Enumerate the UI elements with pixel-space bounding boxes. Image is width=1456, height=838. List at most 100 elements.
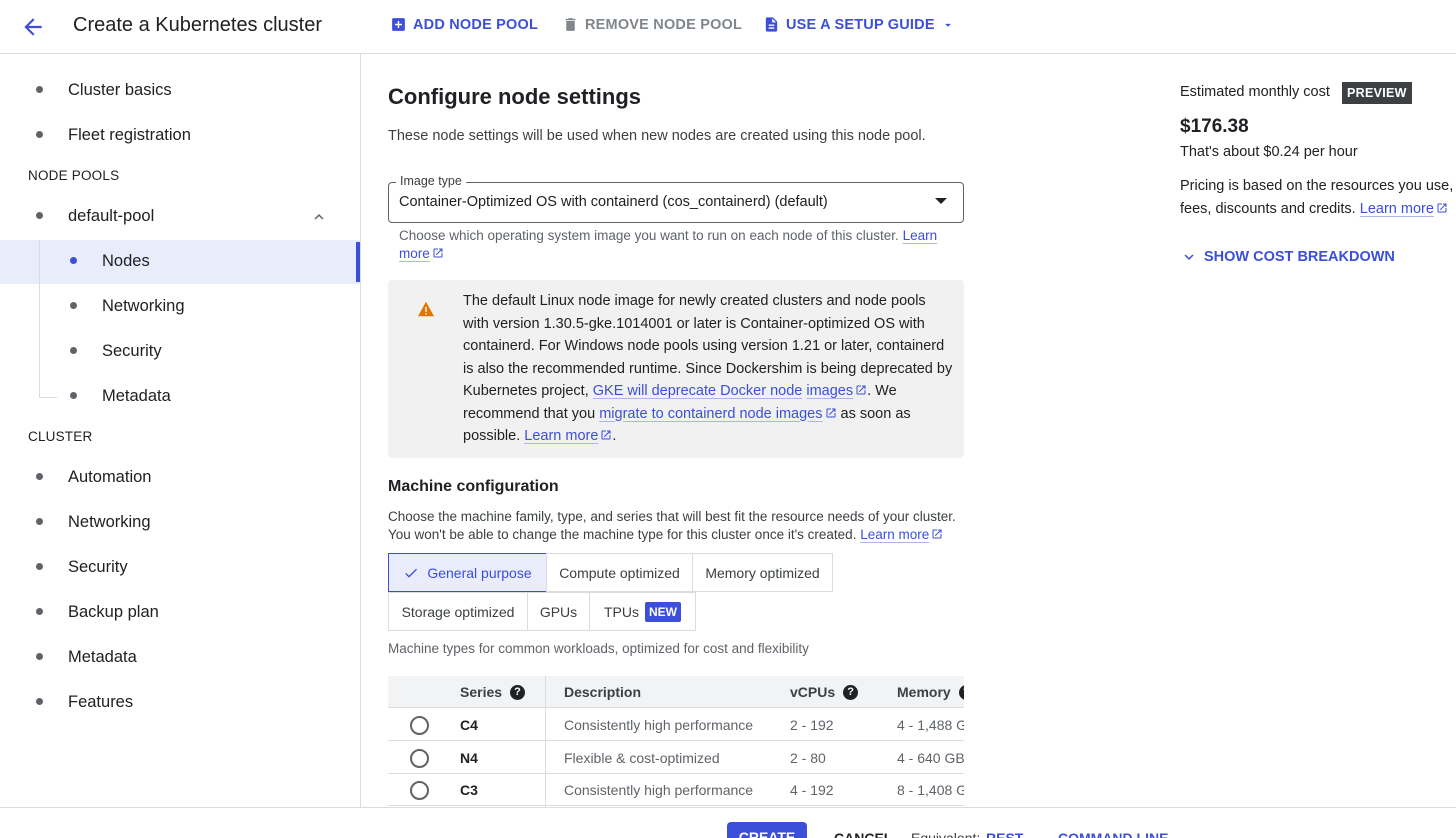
bullet [36,698,43,705]
image-type-learn-link[interactable]: Learn [903,228,938,243]
column-header-series: Series? [460,684,526,700]
sidebar-item-features[interactable]: Features [68,693,133,712]
sidebar-item-networking[interactable]: Networking [68,513,151,532]
add-node-pool-button[interactable]: ADD NODE POOL [390,16,538,33]
gke-deprecate-docker-link-cont[interactable]: images [806,383,853,399]
sidebar-item-automation[interactable]: Automation [68,468,151,487]
remove-node-pool-button[interactable]: REMOVE NODE POOL [562,16,742,33]
cost-label: Estimated monthly cost [1180,84,1330,100]
family-chip-tpus[interactable]: TPUs NEW [589,592,696,631]
column-header-label: Series [460,684,503,700]
sidebar-item-pool-metadata[interactable]: Metadata [102,387,171,406]
command-line-link[interactable]: COMMAND LINE [1058,830,1168,838]
sidebar-item-fleet-registration[interactable]: Fleet registration [68,126,191,145]
warning-learn-more-link[interactable]: Learn more [524,428,598,444]
series-description: Consistently high performance [564,782,754,798]
cost-amount: $176.38 [1180,116,1249,137]
machine-config-heading: Machine configuration [388,478,559,495]
bullet [36,473,43,480]
series-radio[interactable] [410,781,429,800]
chevron-down-icon [1184,254,1194,260]
column-header-label: Description [564,684,642,700]
cancel-button[interactable]: CANCEL [834,830,892,838]
family-chip-storage-optimized[interactable]: Storage optimized [388,592,528,631]
bullet [36,608,43,615]
column-header-label: Memory [897,684,951,700]
setup-guide-button[interactable]: USE A SETUP GUIDE [763,16,955,33]
sidebar-selected-indicator [356,242,360,282]
dropdown-arrow-icon[interactable] [935,198,947,204]
dropdown-caret-icon [944,23,951,27]
series-name: N4 [460,750,478,766]
sidebar-item-default-pool[interactable]: default-pool [68,207,154,226]
warning-icon [418,301,434,317]
top-bar: Create a Kubernetes cluster ADD NODE POO… [0,0,1456,54]
node-pools-heading: NODE POOLS [28,168,120,183]
back-arrow-icon[interactable] [20,14,46,40]
preview-badge: PREVIEW [1342,82,1412,104]
machine-config-learn-more-link[interactable]: Learn more [860,527,929,542]
help-icon[interactable]: ? [510,684,526,700]
table-row[interactable]: C4 Consistently high performance 2 - 192… [388,709,964,741]
cluster-heading: CLUSTER [28,429,93,444]
show-cost-breakdown-button[interactable]: SHOW COST BREAKDOWN [1180,248,1395,266]
image-type-more-link[interactable]: more [399,246,430,261]
pricing-note-line2: fees, discounts and credits. [1180,201,1356,217]
family-chip-label: Storage optimized [401,603,515,620]
rest-link[interactable]: REST [986,830,1023,838]
series-description: Consistently high performance [564,717,754,733]
column-header-description: Description [564,684,641,700]
family-chip-label: Memory optimized [705,564,820,581]
create-button[interactable]: CREATE [727,822,807,838]
table-row[interactable]: N4 Flexible & cost-optimized 2 - 80 4 - … [388,742,964,774]
external-link-icon [856,385,866,395]
sidebar-item-backup-plan[interactable]: Backup plan [68,603,159,622]
external-link-icon [1437,203,1447,213]
sidebar-item-pool-networking[interactable]: Networking [102,297,185,316]
bullet [70,302,77,309]
app-window: { "header": { "title": "Create a Kuberne… [0,0,1456,838]
series-radio[interactable] [410,749,429,768]
sidebar-item-nodes[interactable]: Nodes [102,252,150,271]
series-vcpus: 4 - 192 [790,782,834,798]
bullet-selected [70,257,77,264]
chevron-up-icon[interactable] [310,208,328,226]
equivalent-label: Equivalent: [911,830,981,838]
series-memory: 4 - 640 GB [897,750,964,766]
add-node-pool-label: ADD NODE POOL [413,16,539,33]
family-chip-label: TPUs [604,603,639,620]
sidebar-item-pool-security[interactable]: Security [102,342,162,361]
pricing-note: Pricing is based on the resources you us… [1180,175,1456,221]
image-type-help-text: Choose which operating system image you … [399,228,899,243]
migrate-containerd-link[interactable]: migrate to containerd node images [599,406,822,422]
setup-guide-label: USE A SETUP GUIDE [786,16,935,33]
family-chip-compute-optimized[interactable]: Compute optimized [546,553,693,592]
family-chip-general-purpose[interactable]: General purpose [388,553,547,592]
pricing-note-line1: Pricing is based on the resources you us… [1180,178,1454,194]
warning-text-4: . [612,428,617,444]
sidebar-item-security[interactable]: Security [68,558,128,577]
sidebar-item-cluster-basics[interactable]: Cluster basics [68,81,172,100]
image-type-value: Container-Optimized OS with containerd (… [399,194,828,210]
gke-deprecate-docker-link[interactable]: GKE will deprecate Docker node [593,383,803,399]
external-link-icon [433,248,443,258]
series-radio[interactable] [410,716,429,735]
column-header-label: vCPUs [790,684,836,700]
help-icon[interactable]: ? [958,684,964,700]
help-icon[interactable]: ? [843,684,859,700]
pricing-learn-more-link[interactable]: Learn more [1360,201,1434,217]
sidebar-item-metadata[interactable]: Metadata [68,648,137,667]
family-chip-memory-optimized[interactable]: Memory optimized [692,553,833,592]
bullet [36,86,43,93]
cost-per-hour: That's about $0.24 per hour [1180,144,1358,160]
check-icon [405,568,418,578]
bullet [36,653,43,660]
family-chip-gpus[interactable]: GPUs [527,592,590,631]
table-row[interactable]: C3 Consistently high performance 4 - 192… [388,774,964,806]
series-name: C3 [460,782,478,798]
bullet [36,212,43,219]
table-column-divider [545,676,546,808]
remove-node-pool-label: REMOVE NODE POOL [585,16,743,33]
image-type-label: Image type [396,174,466,188]
document-icon [765,17,778,32]
